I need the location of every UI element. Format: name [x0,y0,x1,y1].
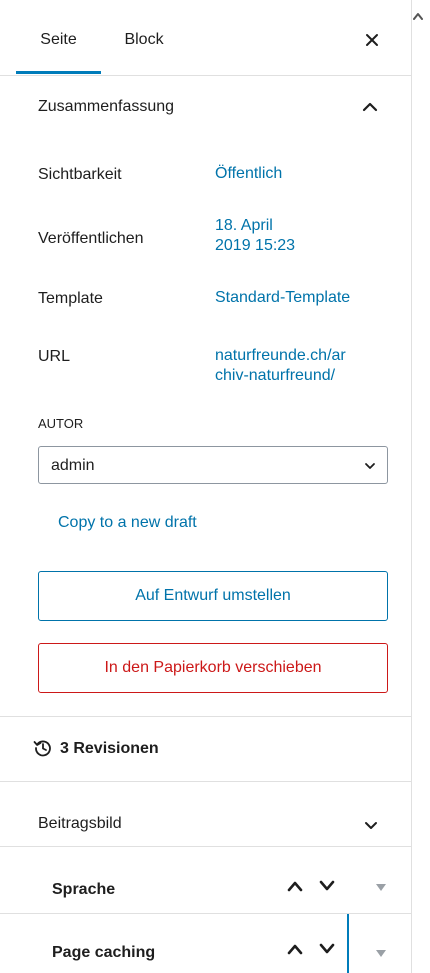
chevron-down-icon[interactable] [362,819,380,833]
template-value[interactable]: Standard-Template [215,288,350,308]
author-select-value: admin [51,457,95,474]
copy-to-draft-link[interactable]: Copy to a new draft [58,514,197,532]
template-label: Template [38,290,103,307]
move-up-icon[interactable] [286,879,304,893]
url-value-line1: naturfreunde.ch/ar [215,347,346,364]
scroll-up-icon[interactable] [413,12,423,22]
visibility-label: Sichtbarkeit [38,166,122,183]
chevron-down-icon [365,463,375,469]
chevron-up-icon[interactable] [359,97,381,117]
sidebar-tabs: Seite Block [0,0,411,76]
publish-label: Veröffentlichen [38,230,144,247]
visibility-value[interactable]: Öffentlich [215,164,282,184]
featured-image-panel-toggle[interactable] [0,782,411,846]
publish-date-line1: 18. April [215,217,273,234]
language-panel [0,847,411,913]
author-select[interactable]: admin [38,446,388,484]
move-down-icon[interactable] [318,942,336,956]
tab-page[interactable]: Seite [16,0,101,74]
move-down-icon[interactable] [318,879,336,893]
summary-panel-title: Zusammenfassung [38,98,175,115]
publish-date-value[interactable]: 18. April 2019 15:23 [215,216,295,256]
language-title: Sprache [52,881,116,898]
settings-sidebar: Seite Block Zusammenfassung Sichtbarkeit… [0,0,412,973]
focus-indicator [347,914,349,973]
url-value[interactable]: naturfreunde.ch/ar chiv-naturfreund/ [215,346,346,386]
close-icon [366,34,378,46]
switch-to-draft-button[interactable]: Auf Entwurf umstellen [38,571,388,621]
move-up-icon[interactable] [286,942,304,956]
url-label: URL [38,348,71,365]
toggle-arrow-icon[interactable] [376,950,386,957]
url-value-line2: chiv-naturfreund/ [215,367,336,384]
page-caching-title: Page caching [52,944,156,961]
tab-block[interactable]: Block [104,0,184,74]
move-to-trash-button[interactable]: In den Papierkorb verschieben [38,643,388,693]
scrollbar-track[interactable] [412,0,430,973]
close-sidebar-button[interactable] [357,25,387,55]
history-icon [33,740,51,757]
author-label: AUTOR [38,416,84,431]
revisions-label: 3 Revisionen [60,740,159,757]
toggle-arrow-icon[interactable] [376,884,386,891]
publish-date-line2: 2019 15:23 [215,237,296,254]
featured-image-title: Beitragsbild [38,815,122,832]
